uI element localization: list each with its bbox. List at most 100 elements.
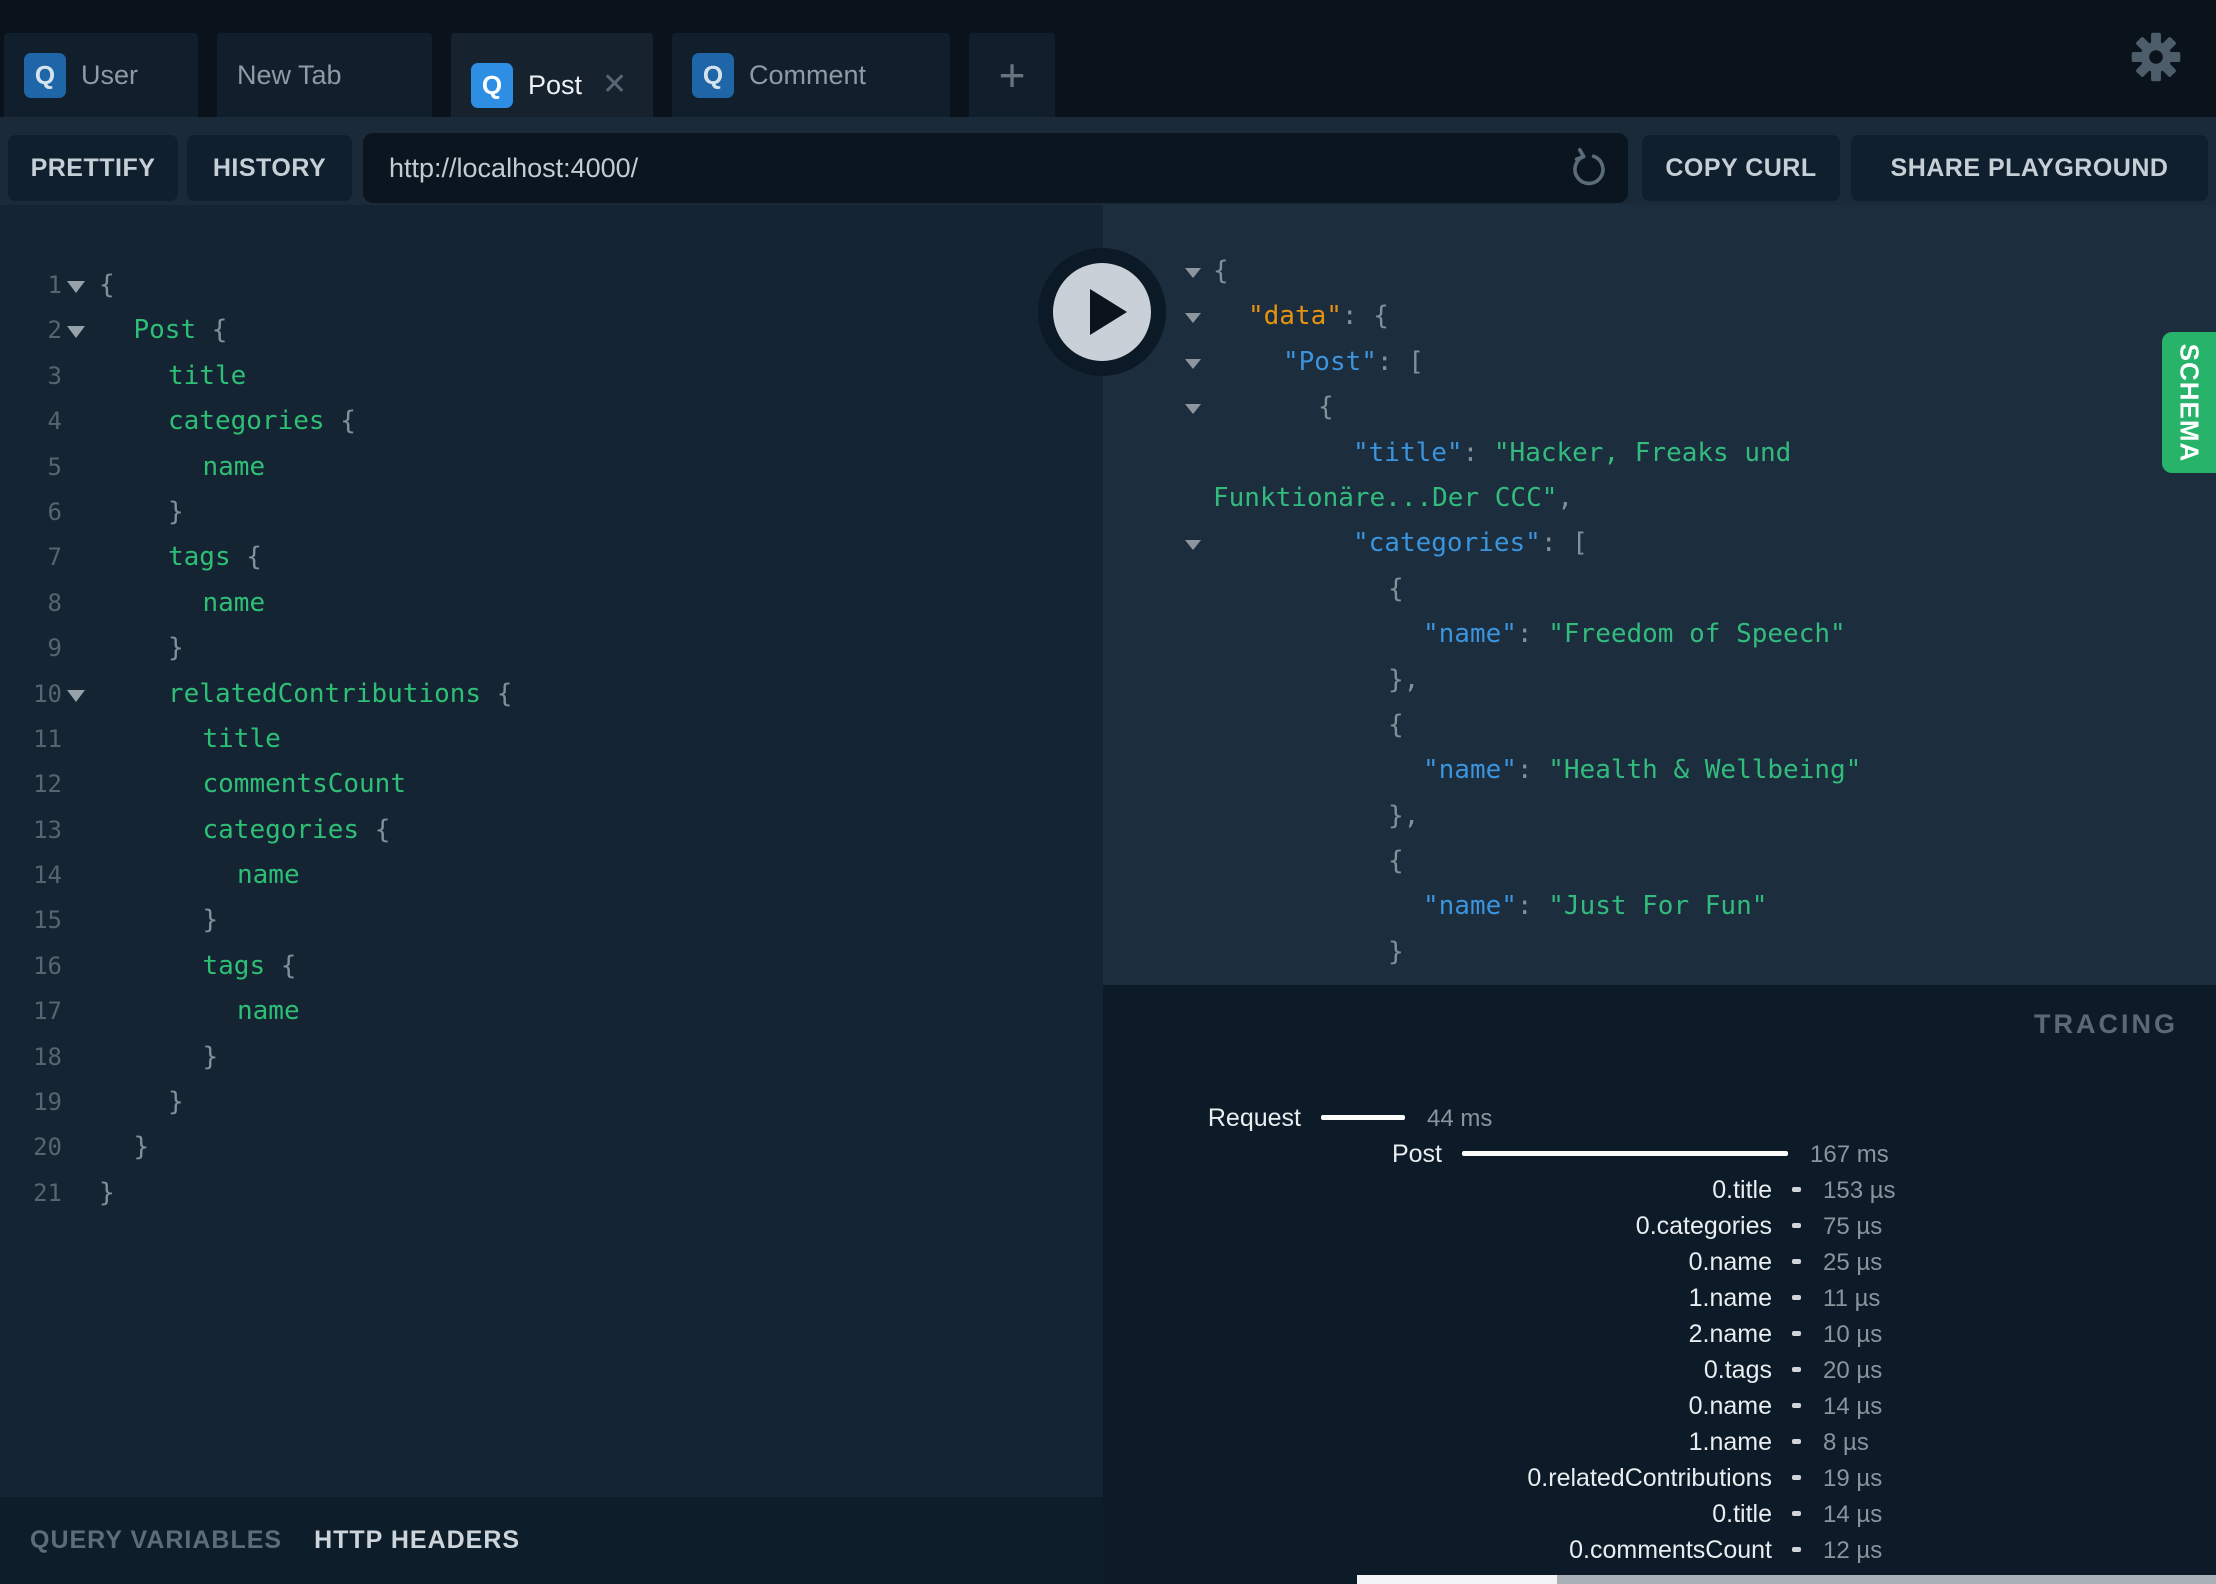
line-number: 2 bbox=[47, 316, 62, 345]
query-line: 16 tags { bbox=[0, 944, 1103, 989]
editor-bottom-bar: QUERY VARIABLES HTTP HEADERS bbox=[0, 1497, 1103, 1584]
tracing-row-duration: 75 µs bbox=[1823, 1213, 1883, 1240]
tracing-duration-bar bbox=[1462, 1151, 1788, 1156]
collapse-arrow-icon[interactable] bbox=[1185, 404, 1201, 415]
tracing-duration-dash bbox=[1792, 1331, 1801, 1336]
query-line: 9} bbox=[0, 626, 1103, 671]
line-number: 14 bbox=[33, 861, 62, 890]
tracing-row: 0.name 25 µs bbox=[1103, 1244, 2216, 1280]
tracing-duration-dash bbox=[1792, 1367, 1801, 1372]
line-number: 1 bbox=[47, 271, 62, 299]
query-badge: Q bbox=[471, 62, 513, 108]
tracing-row: 0.name 14 µs bbox=[1103, 1388, 2216, 1424]
response-line: "name": "Freedom of Speech" bbox=[1103, 612, 2216, 657]
http-headers-tab[interactable]: HTTP HEADERS bbox=[314, 1526, 520, 1555]
query-variables-tab[interactable]: QUERY VARIABLES bbox=[30, 1526, 282, 1555]
response-line-text: { bbox=[1388, 573, 1404, 604]
line-number: 18 bbox=[33, 1042, 62, 1071]
tracing-row-label: 0.name bbox=[1688, 1248, 1772, 1276]
tracing-row: Post 167 ms bbox=[1103, 1136, 2216, 1172]
tracing-row-label: 0.tags bbox=[1703, 1356, 1772, 1384]
history-button[interactable]: HISTORY bbox=[187, 135, 352, 201]
response-line-text: } bbox=[1388, 936, 1404, 967]
tracing-duration-dash bbox=[1792, 1403, 1801, 1408]
tracing-row: Request 44 ms bbox=[1103, 1100, 2216, 1136]
tracing-duration-dash bbox=[1792, 1259, 1801, 1264]
horizontal-scrollbar-thumb[interactable] bbox=[1357, 1575, 1557, 1584]
tab-label: New Tab bbox=[237, 59, 342, 90]
line-number: 3 bbox=[47, 361, 62, 390]
collapse-arrow-icon[interactable] bbox=[1185, 358, 1201, 369]
schema-tab-label: SCHEMA bbox=[2174, 343, 2205, 462]
tab-new-tab[interactable]: New Tab bbox=[217, 33, 432, 117]
tracing-row-duration: 19 µs bbox=[1823, 1465, 1883, 1492]
response-viewer: {"data": {"Post": [{"title": "Hacker, Fr… bbox=[1103, 205, 2216, 985]
tracing-panel: TRACING Request 44 ms Post 167 ms 0.title 153… bbox=[1103, 985, 2216, 1584]
settings-gear-icon[interactable] bbox=[2129, 30, 2183, 84]
schema-tab[interactable]: SCHEMA bbox=[2162, 332, 2216, 473]
query-line: 6} bbox=[0, 490, 1103, 535]
fold-arrow-icon[interactable] bbox=[67, 689, 85, 702]
share-playground-button[interactable]: SHARE PLAYGROUND bbox=[1851, 135, 2208, 201]
execute-query-button[interactable] bbox=[1038, 248, 1166, 376]
query-line: 15} bbox=[0, 898, 1103, 943]
tracing-row-label: Post bbox=[1391, 1140, 1442, 1168]
tab-comment[interactable]: Q Comment bbox=[672, 33, 950, 117]
response-line: { bbox=[1103, 567, 2216, 612]
query-line: 19} bbox=[0, 1080, 1103, 1125]
copy-curl-button[interactable]: COPY CURL bbox=[1642, 135, 1840, 201]
response-line: "name": "Health & Wellbeing" bbox=[1103, 748, 2216, 793]
response-line: "categories": [ bbox=[1103, 521, 2216, 566]
prettify-button[interactable]: PRETTIFY bbox=[8, 135, 178, 201]
tracing-duration-dash bbox=[1792, 1439, 1801, 1444]
line-number: 4 bbox=[47, 407, 62, 436]
tracing-row-label: Request bbox=[1207, 1104, 1301, 1132]
query-line: 4 categories { bbox=[0, 399, 1103, 444]
collapse-arrow-icon[interactable] bbox=[1185, 313, 1201, 324]
tracing-duration-dash bbox=[1792, 1511, 1801, 1516]
query-line: 20} bbox=[0, 1125, 1103, 1170]
tracing-row: 0.tags 20 µs bbox=[1103, 1352, 2216, 1388]
response-line: { bbox=[1103, 703, 2216, 748]
tracing-row-label: 0.name bbox=[1688, 1392, 1772, 1420]
fold-arrow-icon[interactable] bbox=[67, 281, 85, 293]
refresh-endpoint-icon[interactable] bbox=[1566, 146, 1610, 190]
fold-arrow-icon[interactable] bbox=[67, 326, 85, 339]
line-number: 7 bbox=[47, 543, 62, 572]
endpoint-url-input[interactable]: http://localhost:4000/ bbox=[389, 153, 1566, 184]
response-line: ] bbox=[1103, 975, 2216, 985]
tracing-row-duration: 14 µs bbox=[1823, 1501, 1883, 1528]
tracing-row: 0.categories 75 µs bbox=[1103, 1208, 2216, 1244]
query-line: 13 categories { bbox=[0, 808, 1103, 853]
tracing-duration-dash bbox=[1792, 1295, 1801, 1300]
query-editor[interactable]: 1{2 Post {3 title 4 categories {5 name 6} 7 tags… bbox=[0, 205, 1103, 1497]
query-line: 2 Post { bbox=[0, 308, 1103, 353]
response-line-text: { bbox=[1388, 846, 1404, 877]
tracing-row-duration: 12 µs bbox=[1823, 1537, 1883, 1564]
horizontal-scrollbar[interactable] bbox=[1357, 1575, 2216, 1584]
response-line-text: ] bbox=[1103, 975, 1369, 985]
tracing-row-label: 0.relatedContributions bbox=[1527, 1464, 1772, 1492]
tab-user[interactable]: Q User bbox=[4, 33, 198, 117]
tab-bar: Q User New Tab Q Post ✕ Q Comment + bbox=[0, 0, 2216, 137]
tracing-row-duration: 8 µs bbox=[1823, 1429, 1869, 1456]
tracing-row: 2.name 10 µs bbox=[1103, 1316, 2216, 1352]
endpoint-url-bar[interactable]: http://localhost:4000/ bbox=[363, 133, 1628, 203]
line-number: 6 bbox=[47, 497, 62, 526]
query-line: 14 name bbox=[0, 853, 1103, 898]
response-line-text: "name": "Freedom of Speech" bbox=[1423, 619, 1846, 650]
tracing-row-label: 1.name bbox=[1688, 1428, 1772, 1456]
tab-label: User bbox=[81, 59, 139, 90]
line-number: 9 bbox=[47, 634, 62, 663]
tracing-row-duration: 167 ms bbox=[1810, 1141, 1889, 1168]
tracing-row-label: 0.categories bbox=[1635, 1212, 1772, 1240]
line-number: 15 bbox=[33, 906, 62, 935]
tracing-duration-dash bbox=[1792, 1475, 1801, 1480]
response-line: Funktionäre...Der CCC", bbox=[1103, 476, 2216, 521]
close-tab-icon[interactable]: ✕ bbox=[602, 70, 627, 100]
add-tab-button[interactable]: + bbox=[969, 33, 1055, 117]
collapse-arrow-icon[interactable] bbox=[1185, 268, 1201, 278]
collapse-arrow-icon[interactable] bbox=[1185, 540, 1201, 551]
query-line: 11 title bbox=[0, 717, 1103, 762]
response-line: "title": "Hacker, Freaks und bbox=[1103, 431, 2216, 476]
